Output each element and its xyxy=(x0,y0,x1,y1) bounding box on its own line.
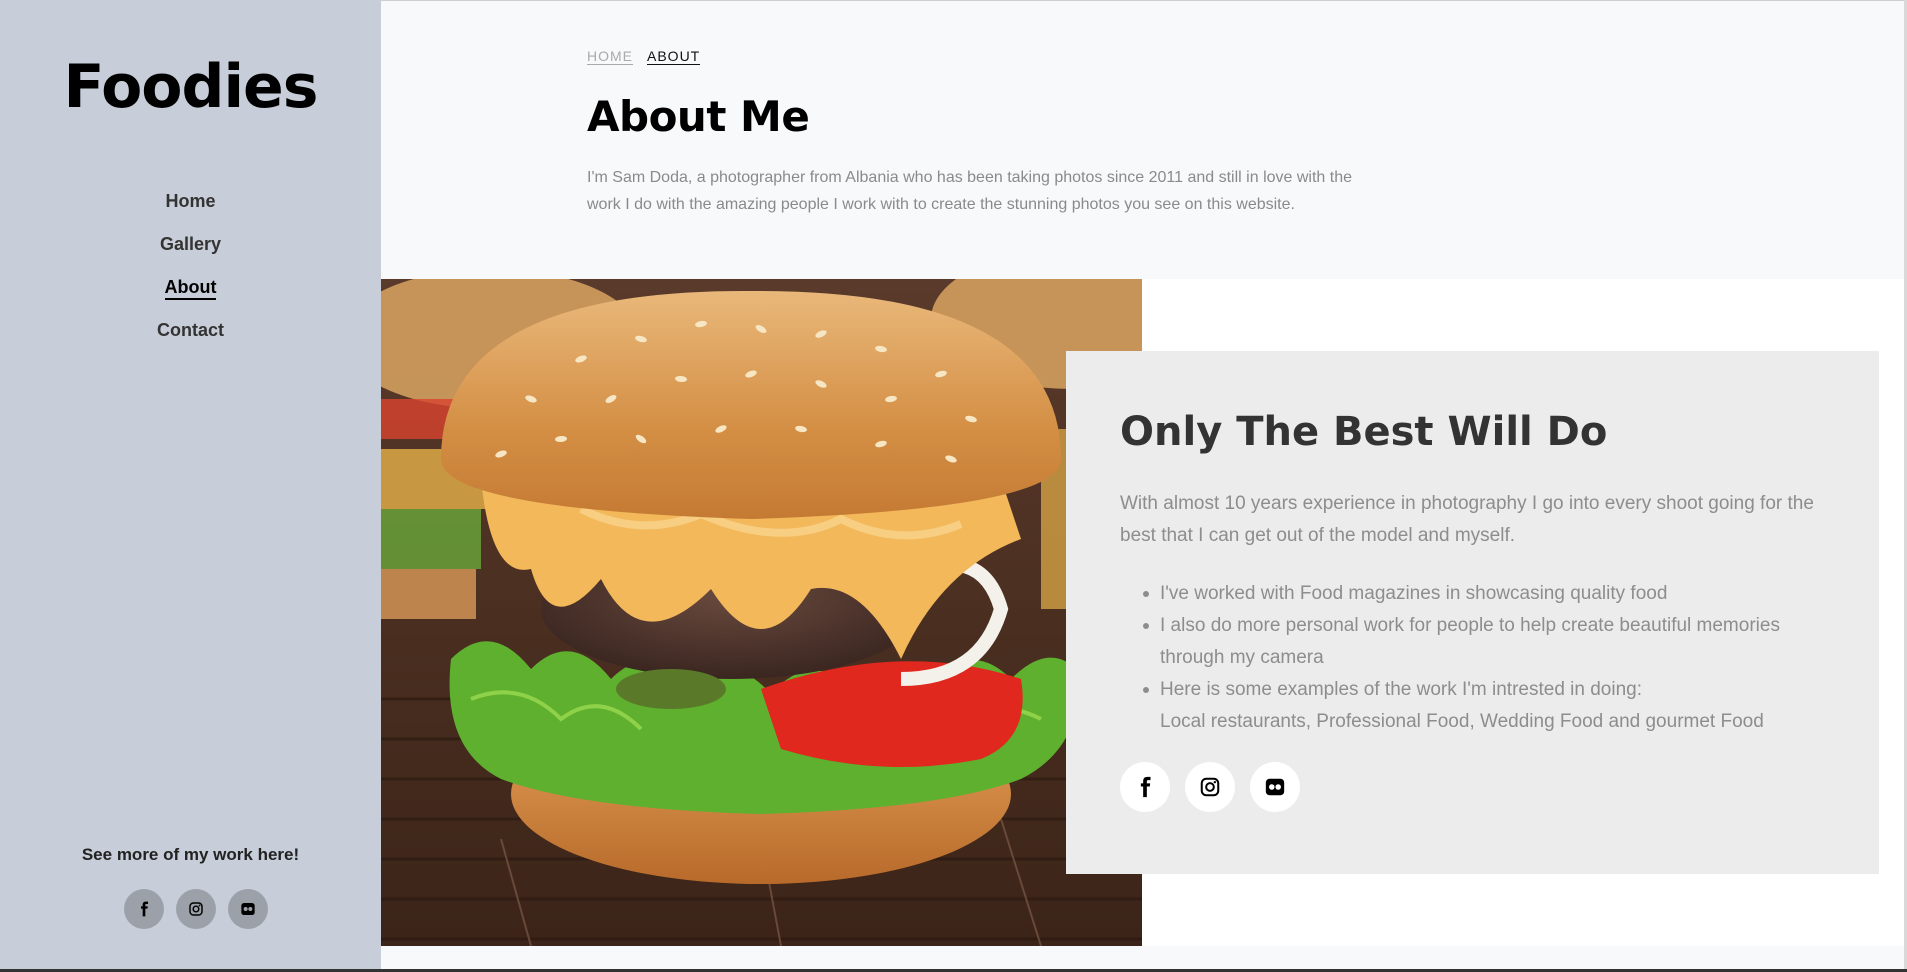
card-title: Only The Best Will Do xyxy=(1120,409,1608,455)
facebook-icon xyxy=(1140,776,1151,798)
nav-item-label: Contact xyxy=(157,320,224,340)
sidebar-instagram-button[interactable] xyxy=(176,889,216,929)
list-item: I also do more personal work for people … xyxy=(1120,610,1840,674)
nav-item-about[interactable]: About xyxy=(0,276,381,300)
top-border xyxy=(381,0,1907,1)
nav-item-gallery[interactable]: Gallery xyxy=(0,233,381,256)
nav-item-home[interactable]: Home xyxy=(0,190,381,213)
card-instagram-button[interactable] xyxy=(1185,762,1235,812)
flickr-icon xyxy=(241,903,255,915)
site-logo[interactable]: Foodies xyxy=(0,52,381,122)
list-item: Here is some examples of the work I'm in… xyxy=(1120,674,1840,738)
list-item-text: Here is some examples of the work I'm in… xyxy=(1160,679,1643,700)
flickr-icon xyxy=(1265,778,1285,796)
card-text: With almost 10 years experience in photo… xyxy=(1120,493,1814,546)
intro-text: I'm Sam Doda, a photographer from Albani… xyxy=(587,164,1447,218)
page-title: About Me xyxy=(587,92,810,141)
about-card: Only The Best Will Do With almost 10 yea… xyxy=(1066,351,1879,874)
list-item-subtext: Local restaurants, Professional Food, We… xyxy=(1160,711,1764,732)
intro-line-2: work I do with the amazing people I work… xyxy=(587,196,1295,213)
sidebar-cta-text: See more of my work here! xyxy=(81,845,300,864)
card-facebook-button[interactable] xyxy=(1120,762,1170,812)
nav-item-label: Gallery xyxy=(159,234,222,254)
sidebar: Foodies Home Gallery About Contact See m… xyxy=(0,0,381,972)
intro-line-1: I'm Sam Doda, a photographer from Albani… xyxy=(587,169,1352,186)
breadcrumb-home-link[interactable]: HOME xyxy=(587,48,633,65)
instagram-icon xyxy=(189,902,203,916)
nav-item-label: Home xyxy=(165,191,216,211)
instagram-icon xyxy=(1200,777,1220,797)
sidebar-facebook-button[interactable] xyxy=(124,889,164,929)
facebook-icon xyxy=(141,901,148,917)
burger-photo xyxy=(381,279,1142,946)
breadcrumb: HOME ABOUT xyxy=(587,48,701,65)
breadcrumb-current: ABOUT xyxy=(647,48,701,65)
sidebar-social-links xyxy=(124,889,268,929)
sidebar-flickr-button[interactable] xyxy=(228,889,268,929)
card-flickr-button[interactable] xyxy=(1250,762,1300,812)
nav-item-label: About xyxy=(164,277,217,300)
main-nav: Home Gallery About Contact xyxy=(0,190,381,362)
nav-item-contact[interactable]: Contact xyxy=(0,319,381,342)
list-item: I've worked with Food magazines in showc… xyxy=(1120,578,1840,610)
card-bullet-list: I've worked with Food magazines in showc… xyxy=(1120,578,1840,738)
card-social-links xyxy=(1120,762,1300,812)
